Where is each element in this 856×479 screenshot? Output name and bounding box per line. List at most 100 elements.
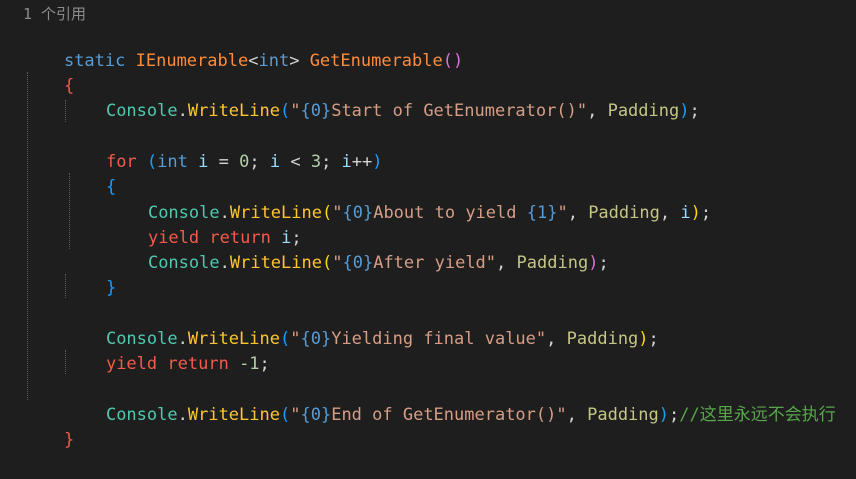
identifier-padding: Padding bbox=[516, 253, 589, 274]
format-placeholder: {0} bbox=[342, 203, 374, 224]
paren-close: ) bbox=[690, 203, 701, 224]
semicolon: ; bbox=[689, 101, 700, 122]
format-placeholder: {1} bbox=[526, 203, 558, 224]
identifier-padding: Padding bbox=[607, 101, 680, 122]
code-line-signature: static IEnumerable<int> GetEnumerable() bbox=[23, 24, 463, 71]
quote: " bbox=[290, 329, 301, 350]
identifier-i: i bbox=[198, 152, 209, 173]
method-name: GetEnumerable bbox=[309, 51, 443, 72]
semicolon: ; bbox=[321, 152, 342, 173]
code-line-yield-final: yield return -1; bbox=[65, 327, 270, 374]
method-writeline: WriteLine bbox=[229, 253, 322, 274]
class-console: Console bbox=[105, 405, 178, 426]
paren-open: ( bbox=[279, 405, 291, 426]
quote: " bbox=[535, 329, 547, 350]
comment-never-executed: //这里永远不会执行 bbox=[679, 405, 836, 426]
quote: " bbox=[576, 101, 588, 122]
semicolon: ; bbox=[669, 405, 680, 426]
method-writeline: WriteLine bbox=[187, 405, 280, 426]
dot: . bbox=[177, 101, 188, 122]
comma: , bbox=[567, 203, 589, 224]
string-literal: Yielding final value bbox=[331, 329, 536, 350]
class-console: Console bbox=[105, 101, 178, 122]
semicolon: ; bbox=[598, 253, 609, 274]
string-literal: About to yield bbox=[373, 203, 527, 224]
code-line-writeline-final: Console.WriteLine("{0}Yielding final val… bbox=[65, 302, 659, 349]
format-placeholder: {0} bbox=[342, 253, 374, 274]
comma: , bbox=[587, 101, 608, 122]
keyword-int: int bbox=[157, 152, 188, 173]
format-placeholder: {0} bbox=[300, 329, 332, 350]
quote: " bbox=[290, 405, 301, 426]
loop-brace-close: } bbox=[105, 278, 117, 299]
string-literal: After yield bbox=[373, 253, 486, 274]
quote: " bbox=[485, 253, 497, 274]
code-editor[interactable]: 1 个引用 static IEnumerable<int> GetEnumera… bbox=[0, 0, 856, 450]
identifier-padding: Padding bbox=[566, 329, 639, 350]
quote: " bbox=[332, 253, 343, 274]
comma: , bbox=[659, 203, 681, 224]
string-literal: Start of GetEnumerator() bbox=[331, 101, 577, 122]
semicolon: ; bbox=[249, 152, 270, 173]
number-three: 3 bbox=[310, 152, 322, 173]
operator-less: < bbox=[280, 152, 311, 173]
code-line-loop-close: } bbox=[65, 251, 116, 298]
paren-open: ( bbox=[321, 253, 333, 274]
paren-open: ( bbox=[321, 203, 333, 224]
identifier-i: i bbox=[269, 152, 281, 173]
type-ienumerable: IEnumerable bbox=[135, 51, 249, 72]
code-line-writeline-about: Console.WriteLine("{0}About to yield {1}… bbox=[107, 176, 711, 223]
format-placeholder: {0} bbox=[300, 101, 332, 122]
code-line-writeline-end: Console.WriteLine("{0}End of GetEnumerat… bbox=[65, 378, 836, 425]
code-line-for: for (int i = 0; i < 3; i++) bbox=[65, 125, 383, 172]
keyword-return: return bbox=[167, 354, 229, 375]
semicolon: ; bbox=[700, 203, 712, 224]
identifier-padding: Padding bbox=[587, 405, 659, 426]
paren-open: ( bbox=[146, 152, 158, 173]
code-line-yield-i: yield return i; bbox=[107, 201, 302, 248]
paren-close: ) bbox=[679, 101, 690, 122]
class-console: Console bbox=[147, 253, 220, 274]
format-placeholder: {0} bbox=[300, 405, 332, 426]
paren-open: ( bbox=[442, 51, 453, 72]
method-writeline: WriteLine bbox=[187, 101, 280, 122]
paren-open: ( bbox=[279, 101, 291, 122]
quote: " bbox=[557, 203, 568, 224]
paren-close: ) bbox=[658, 405, 670, 426]
semicolon: ; bbox=[259, 354, 270, 375]
code-line-writeline-after: Console.WriteLine("{0}After yield", Padd… bbox=[107, 226, 609, 273]
code-line-open-brace: { bbox=[23, 49, 74, 96]
dot: . bbox=[177, 405, 188, 426]
operator-increment: ++ bbox=[351, 152, 373, 173]
code-line-writeline-start: Console.WriteLine("{0}Start of GetEnumer… bbox=[65, 74, 700, 121]
comma: , bbox=[496, 253, 517, 274]
string-literal: End of GetEnumerator() bbox=[331, 405, 557, 426]
paren-close: ) bbox=[372, 152, 383, 173]
paren-open: ( bbox=[279, 329, 291, 350]
number-negative-one: -1 bbox=[239, 354, 260, 375]
number-zero: 0 bbox=[239, 152, 250, 173]
dot: . bbox=[219, 253, 230, 274]
angle-close: > bbox=[289, 51, 300, 72]
code-line-loop-open: { bbox=[65, 150, 116, 197]
paren-close: ) bbox=[638, 329, 649, 350]
comma: , bbox=[566, 405, 588, 426]
paren-close: ) bbox=[588, 253, 599, 274]
semicolon: ; bbox=[648, 329, 659, 350]
comma: , bbox=[546, 329, 567, 350]
quote: " bbox=[290, 101, 301, 122]
brace-close: } bbox=[63, 430, 75, 451]
operator-assign: = bbox=[208, 152, 240, 173]
angle-open: < bbox=[248, 51, 259, 72]
identifier-i: i bbox=[341, 152, 352, 173]
quote: " bbox=[556, 405, 567, 426]
keyword-int: int bbox=[258, 51, 290, 72]
keyword-yield: yield bbox=[105, 354, 158, 375]
code-line-close-brace: } bbox=[23, 403, 74, 450]
